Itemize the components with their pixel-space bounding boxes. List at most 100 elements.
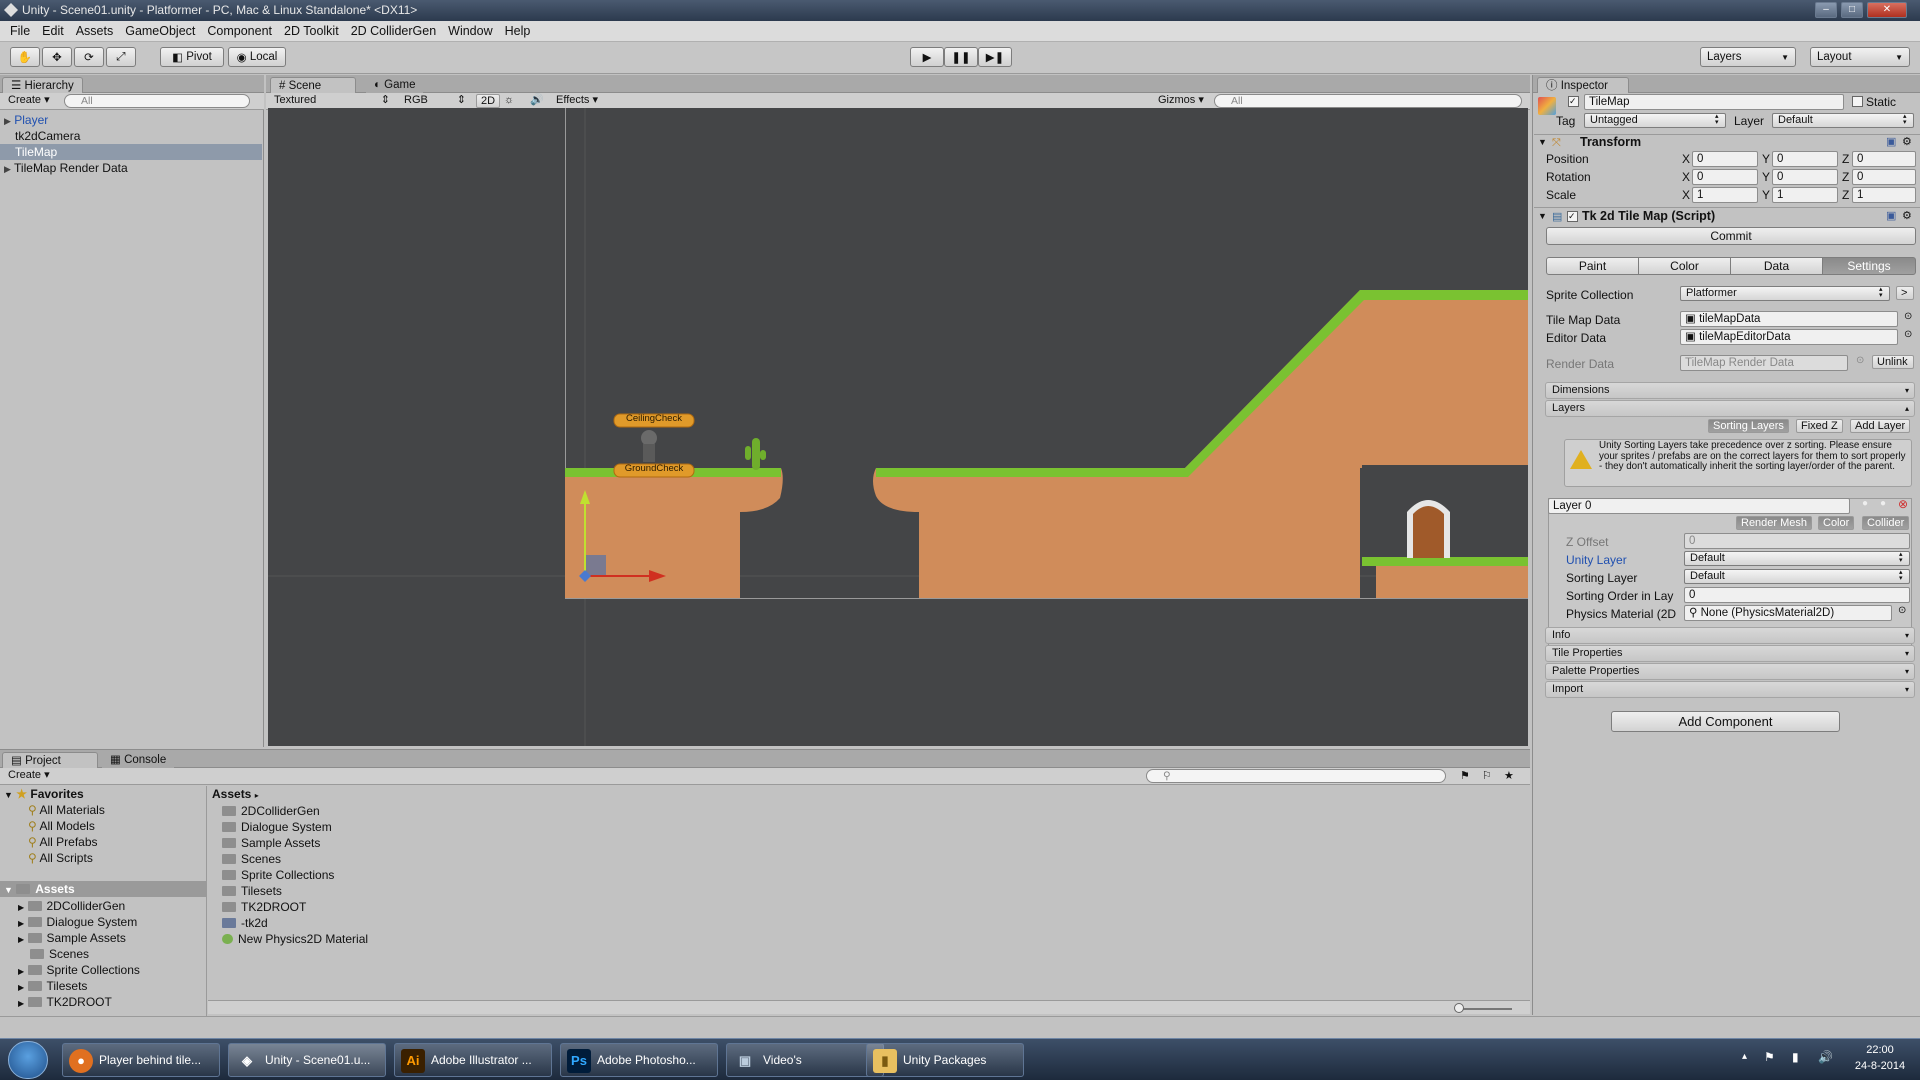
network-icon[interactable]: ▮ (1792, 1050, 1799, 1064)
rotation-z-field[interactable]: 0 (1852, 169, 1916, 185)
project-splitter[interactable] (206, 786, 207, 1016)
local-toggle[interactable]: ◉ Local (228, 47, 286, 67)
filter-type-icon[interactable]: ⚑ (1460, 769, 1470, 782)
favorite-item[interactable]: ⚲ All Scripts (28, 850, 93, 866)
sorting-layers-toggle[interactable]: Sorting Layers (1708, 419, 1789, 433)
tile-map-data-field[interactable]: ▣ tileMapData (1680, 311, 1898, 327)
transform-foldout-icon[interactable]: ▼ (1538, 137, 1547, 147)
breadcrumb[interactable]: Assets ▸ (212, 786, 259, 802)
layer-dropdown[interactable]: Default (1772, 113, 1914, 128)
tree-folder[interactable]: ▶ Tilesets (18, 978, 87, 994)
hierarchy-item-tilemap[interactable]: TileMap (0, 144, 262, 160)
tab-game[interactable]: ◐ Game (366, 77, 424, 93)
sorting-layer-dropdown[interactable]: Default (1684, 569, 1910, 584)
delete-layer-icon[interactable]: ⊗ (1898, 497, 1908, 511)
favorite-item[interactable]: ⚲ All Prefabs (28, 834, 98, 850)
clock-time[interactable]: 22:00 (1850, 1044, 1910, 1056)
action-center-icon[interactable]: ⚑ (1764, 1050, 1775, 1064)
close-icon[interactable]: ✕ (1867, 2, 1907, 18)
menu-help[interactable]: Help (505, 24, 531, 38)
favorites-header[interactable]: ▼ ★ Favorites (4, 786, 84, 802)
project-search-input[interactable]: ⚲ (1146, 769, 1446, 783)
lighting-icon[interactable]: ☼ (500, 94, 518, 108)
hand-tool-icon[interactable]: ✋ (10, 47, 40, 67)
scale-x-field[interactable]: 1 (1692, 187, 1758, 203)
sprite-collection-open-button[interactable]: > (1896, 286, 1914, 300)
gizmos-dropdown[interactable]: Gizmos ▾ (1154, 94, 1210, 108)
icon-size-slider-thumb[interactable] (1454, 1003, 1464, 1013)
collider-toggle[interactable]: Collider (1862, 516, 1910, 530)
minimize-icon[interactable]: – (1815, 2, 1837, 18)
asset-item[interactable]: Tilesets (222, 883, 282, 899)
move-tool-icon[interactable]: ✥ (42, 47, 72, 67)
render-mesh-toggle[interactable]: Render Mesh (1736, 516, 1813, 530)
step-button[interactable]: ▶❚ (978, 47, 1012, 67)
rotate-tool-icon[interactable]: ⟳ (74, 47, 104, 67)
unlink-button[interactable]: Unlink (1872, 355, 1914, 369)
tab-data[interactable]: Data (1730, 257, 1823, 275)
asset-item[interactable]: 2DColliderGen (222, 803, 320, 819)
layer-down-icon[interactable]: ● (1880, 498, 1886, 509)
help-icon[interactable]: ▣ (1886, 209, 1896, 222)
menu-component[interactable]: Component (207, 24, 272, 38)
dimensions-foldout[interactable]: Dimensions ▾ (1545, 382, 1915, 399)
play-button[interactable]: ▶ (910, 47, 944, 67)
layer-name-field[interactable]: Layer 0 (1548, 498, 1850, 514)
hierarchy-create-button[interactable]: Create ▾ (4, 94, 54, 108)
pivot-toggle[interactable]: ◧ Pivot (160, 47, 224, 67)
hierarchy-item-render-data[interactable]: ▶ TileMap Render Data (0, 160, 262, 176)
editor-data-field[interactable]: ▣ tileMapEditorData (1680, 329, 1898, 345)
position-y-field[interactable]: 0 (1772, 151, 1838, 167)
sorting-order-field[interactable]: 0 (1684, 587, 1910, 603)
taskbar-item-illustrator[interactable]: Ai Adobe Illustrator ... (394, 1043, 552, 1077)
add-component-button[interactable]: Add Component (1611, 711, 1840, 732)
scale-y-field[interactable]: 1 (1772, 187, 1838, 203)
tile-properties-foldout[interactable]: Tile Properties ▾ (1545, 645, 1915, 662)
position-x-field[interactable]: 0 (1692, 151, 1758, 167)
asset-item[interactable]: Sprite Collections (222, 867, 334, 883)
tray-expand-icon[interactable]: ▴ (1742, 1051, 1747, 1062)
tab-project[interactable]: ▤ Project (2, 752, 98, 768)
audio-icon[interactable]: 🔊 (526, 94, 548, 108)
commit-button[interactable]: Commit (1546, 227, 1916, 245)
filter-label-icon[interactable]: ⚐ (1482, 769, 1492, 782)
palette-properties-foldout[interactable]: Palette Properties ▾ (1545, 663, 1915, 680)
tag-dropdown[interactable]: Untagged (1584, 113, 1726, 128)
assets-header[interactable]: ▼ Assets (0, 881, 206, 897)
taskbar-item-unity[interactable]: ◈ Unity - Scene01.u... (228, 1043, 386, 1077)
tab-color[interactable]: Color (1638, 257, 1731, 275)
scale-tool-icon[interactable]: ⤢ (106, 47, 136, 67)
maximize-icon[interactable]: □ (1841, 2, 1863, 18)
tab-console[interactable]: ▦ Console (102, 752, 175, 768)
object-picker-icon[interactable]: ⊙ (1898, 605, 1906, 616)
script-enabled-checkbox[interactable]: ✓ (1567, 211, 1578, 222)
add-layer-button[interactable]: Add Layer (1850, 419, 1911, 433)
volume-icon[interactable]: 🔊 (1818, 1050, 1833, 1064)
tree-folder[interactable]: ▶ Sprite Collections (18, 962, 140, 978)
object-picker-icon[interactable]: ⊙ (1904, 311, 1912, 322)
layout-dropdown[interactable]: Layout ▼ (1810, 47, 1910, 67)
shading-dropdown[interactable]: Textured ⇕ (270, 94, 394, 108)
tree-folder[interactable]: Scenes (30, 946, 89, 962)
sprite-collection-dropdown[interactable]: Platformer (1680, 286, 1890, 301)
help-icon[interactable]: ▣ (1886, 135, 1896, 148)
menu-window[interactable]: Window (448, 24, 492, 38)
tab-inspector[interactable]: ⓘ Inspector (1537, 77, 1629, 93)
rotation-x-field[interactable]: 0 (1692, 169, 1758, 185)
icon-size-slider-track[interactable] (1456, 1008, 1512, 1010)
asset-item[interactable]: TK2DROOT (222, 899, 306, 915)
effects-dropdown[interactable]: Effects ▾ (552, 94, 608, 108)
static-checkbox[interactable] (1852, 96, 1863, 107)
scale-z-field[interactable]: 1 (1852, 187, 1916, 203)
unity-layer-dropdown[interactable]: Default (1684, 551, 1910, 566)
favorite-item[interactable]: ⚲ All Materials (28, 802, 105, 818)
active-checkbox[interactable]: ✓ (1568, 96, 1579, 107)
hierarchy-item-player[interactable]: ▶ Player (0, 112, 262, 128)
2d-toggle[interactable]: 2D (476, 94, 501, 108)
taskbar-item-firefox[interactable]: ● Player behind tile... (62, 1043, 220, 1077)
tab-settings[interactable]: Settings (1822, 257, 1916, 275)
hierarchy-item-camera[interactable]: tk2dCamera (0, 128, 262, 144)
favorite-item[interactable]: ⚲ All Models (28, 818, 95, 834)
import-foldout[interactable]: Import ▾ (1545, 681, 1915, 698)
object-name-field[interactable]: TileMap (1584, 94, 1844, 110)
